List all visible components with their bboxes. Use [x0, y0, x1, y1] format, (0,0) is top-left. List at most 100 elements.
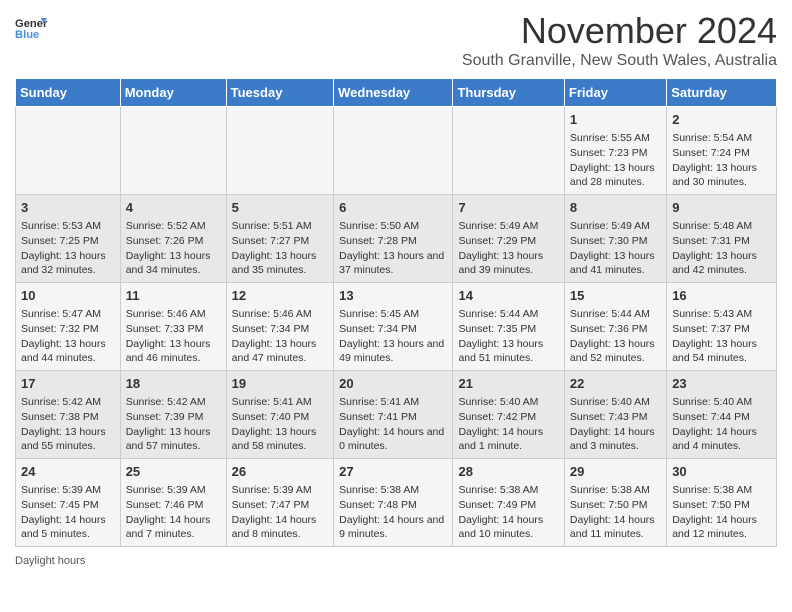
day-header-sunday: Sunday: [16, 79, 121, 107]
footer: Daylight hours: [15, 555, 777, 567]
title-area: November 2024 South Granville, New South…: [462, 10, 777, 70]
day-info: Sunrise: 5:40 AM Sunset: 7:43 PM Dayligh…: [570, 395, 661, 454]
day-number: 12: [232, 287, 329, 305]
calendar-body: 1 Sunrise: 5:55 AM Sunset: 7:23 PM Daylig…: [16, 107, 777, 547]
day-number: 16: [672, 287, 771, 305]
day-number: 9: [672, 199, 771, 217]
calendar-cell: 29Sunrise: 5:38 AM Sunset: 7:50 PM Dayli…: [564, 459, 666, 547]
calendar-cell: 23 Sunrise: 5:40 AM Sunset: 7:44 PM Dayli…: [667, 371, 777, 459]
calendar-table: SundayMondayTuesdayWednesdayThursdayFrid…: [15, 78, 777, 547]
day-info: Sunrise: 5:55 AM Sunset: 7:23 PM Dayligh…: [570, 131, 661, 190]
day-header-monday: Monday: [120, 79, 226, 107]
day-info: Sunrise: 5:53 AM Sunset: 7:25 PM Dayligh…: [21, 219, 115, 278]
logo-icon: General Blue: [15, 14, 47, 42]
day-header-thursday: Thursday: [453, 79, 564, 107]
day-info: Sunrise: 5:38 AM Sunset: 7:49 PM Dayligh…: [458, 483, 558, 542]
day-number: 8: [570, 199, 661, 217]
header: General Blue November 2024 South Granvil…: [15, 10, 777, 70]
day-info: Sunrise: 5:52 AM Sunset: 7:26 PM Dayligh…: [126, 219, 221, 278]
day-number: 18: [126, 375, 221, 393]
calendar-week-row: 10Sunrise: 5:47 AM Sunset: 7:32 PM Dayli…: [16, 283, 777, 371]
calendar-cell: [334, 107, 453, 195]
calendar-cell: 22 Sunrise: 5:40 AM Sunset: 7:43 PM Dayli…: [564, 371, 666, 459]
calendar-cell: 17Sunrise: 5:42 AM Sunset: 7:38 PM Dayli…: [16, 371, 121, 459]
day-header-tuesday: Tuesday: [226, 79, 334, 107]
day-info: Sunrise: 5:41 AM Sunset: 7:40 PM Dayligh…: [232, 395, 329, 454]
daylight-label: Daylight hours: [15, 555, 85, 567]
calendar-cell: 25 Sunrise: 5:39 AM Sunset: 7:46 PM Dayli…: [120, 459, 226, 547]
day-info: Sunrise: 5:42 AM Sunset: 7:38 PM Dayligh…: [21, 395, 115, 454]
day-number: 13: [339, 287, 447, 305]
day-number: 5: [232, 199, 329, 217]
day-number: 20: [339, 375, 447, 393]
day-info: Sunrise: 5:44 AM Sunset: 7:35 PM Dayligh…: [458, 307, 558, 366]
day-info: Sunrise: 5:43 AM Sunset: 7:37 PM Dayligh…: [672, 307, 771, 366]
day-number: 19: [232, 375, 329, 393]
day-info: Sunrise: 5:46 AM Sunset: 7:33 PM Dayligh…: [126, 307, 221, 366]
calendar-cell: 2 Sunrise: 5:54 AM Sunset: 7:24 PM Daylig…: [667, 107, 777, 195]
day-number: 3: [21, 199, 115, 217]
day-number: 2: [672, 111, 771, 129]
day-info: Sunrise: 5:47 AM Sunset: 7:32 PM Dayligh…: [21, 307, 115, 366]
day-info: Sunrise: 5:48 AM Sunset: 7:31 PM Dayligh…: [672, 219, 771, 278]
calendar-week-row: 24Sunrise: 5:39 AM Sunset: 7:45 PM Dayli…: [16, 459, 777, 547]
day-info: Sunrise: 5:38 AM Sunset: 7:50 PM Dayligh…: [570, 483, 661, 542]
calendar-cell: 9 Sunrise: 5:48 AM Sunset: 7:31 PM Daylig…: [667, 195, 777, 283]
calendar-cell: 27 Sunrise: 5:38 AM Sunset: 7:48 PM Dayli…: [334, 459, 453, 547]
day-info: Sunrise: 5:38 AM Sunset: 7:48 PM Dayligh…: [339, 483, 447, 542]
day-info: Sunrise: 5:42 AM Sunset: 7:39 PM Dayligh…: [126, 395, 221, 454]
calendar-cell: 4 Sunrise: 5:52 AM Sunset: 7:26 PM Daylig…: [120, 195, 226, 283]
day-info: Sunrise: 5:54 AM Sunset: 7:24 PM Dayligh…: [672, 131, 771, 190]
calendar-cell: 6 Sunrise: 5:50 AM Sunset: 7:28 PM Daylig…: [334, 195, 453, 283]
calendar-cell: 10Sunrise: 5:47 AM Sunset: 7:32 PM Dayli…: [16, 283, 121, 371]
day-number: 4: [126, 199, 221, 217]
day-info: Sunrise: 5:44 AM Sunset: 7:36 PM Dayligh…: [570, 307, 661, 366]
calendar-cell: [120, 107, 226, 195]
day-info: Sunrise: 5:39 AM Sunset: 7:45 PM Dayligh…: [21, 483, 115, 542]
calendar-cell: 16 Sunrise: 5:43 AM Sunset: 7:37 PM Dayli…: [667, 283, 777, 371]
calendar-week-row: 1 Sunrise: 5:55 AM Sunset: 7:23 PM Daylig…: [16, 107, 777, 195]
day-number: 30: [672, 463, 771, 481]
day-info: Sunrise: 5:49 AM Sunset: 7:29 PM Dayligh…: [458, 219, 558, 278]
day-number: 6: [339, 199, 447, 217]
calendar-cell: 8 Sunrise: 5:49 AM Sunset: 7:30 PM Daylig…: [564, 195, 666, 283]
calendar-cell: 24Sunrise: 5:39 AM Sunset: 7:45 PM Dayli…: [16, 459, 121, 547]
day-info: Sunrise: 5:40 AM Sunset: 7:42 PM Dayligh…: [458, 395, 558, 454]
day-info: Sunrise: 5:39 AM Sunset: 7:46 PM Dayligh…: [126, 483, 221, 542]
day-info: Sunrise: 5:50 AM Sunset: 7:28 PM Dayligh…: [339, 219, 447, 278]
calendar-cell: 18 Sunrise: 5:42 AM Sunset: 7:39 PM Dayli…: [120, 371, 226, 459]
calendar-cell: 3 Sunrise: 5:53 AM Sunset: 7:25 PM Daylig…: [16, 195, 121, 283]
day-number: 28: [458, 463, 558, 481]
calendar-cell: 15 Sunrise: 5:44 AM Sunset: 7:36 PM Dayli…: [564, 283, 666, 371]
page-title: November 2024: [462, 10, 777, 52]
day-number: 22: [570, 375, 661, 393]
day-number: 25: [126, 463, 221, 481]
calendar-cell: 21 Sunrise: 5:40 AM Sunset: 7:42 PM Dayli…: [453, 371, 564, 459]
day-number: 1: [570, 111, 661, 129]
calendar-cell: 14Sunrise: 5:44 AM Sunset: 7:35 PM Dayli…: [453, 283, 564, 371]
calendar-cell: 11 Sunrise: 5:46 AM Sunset: 7:33 PM Dayli…: [120, 283, 226, 371]
day-info: Sunrise: 5:40 AM Sunset: 7:44 PM Dayligh…: [672, 395, 771, 454]
day-number: 23: [672, 375, 771, 393]
day-number: 11: [126, 287, 221, 305]
calendar-cell: 19 Sunrise: 5:41 AM Sunset: 7:40 PM Dayli…: [226, 371, 334, 459]
calendar-cell: 30Sunrise: 5:38 AM Sunset: 7:50 PM Dayli…: [667, 459, 777, 547]
day-number: 21: [458, 375, 558, 393]
day-info: Sunrise: 5:49 AM Sunset: 7:30 PM Dayligh…: [570, 219, 661, 278]
calendar-week-row: 17Sunrise: 5:42 AM Sunset: 7:38 PM Dayli…: [16, 371, 777, 459]
day-number: 15: [570, 287, 661, 305]
day-header-wednesday: Wednesday: [334, 79, 453, 107]
day-number: 27: [339, 463, 447, 481]
logo: General Blue: [15, 14, 47, 42]
calendar-cell: 1 Sunrise: 5:55 AM Sunset: 7:23 PM Daylig…: [564, 107, 666, 195]
calendar-cell: 7 Sunrise: 5:49 AM Sunset: 7:29 PM Daylig…: [453, 195, 564, 283]
day-info: Sunrise: 5:45 AM Sunset: 7:34 PM Dayligh…: [339, 307, 447, 366]
calendar-cell: 20 Sunrise: 5:41 AM Sunset: 7:41 PM Dayli…: [334, 371, 453, 459]
calendar-cell: 13 Sunrise: 5:45 AM Sunset: 7:34 PM Dayli…: [334, 283, 453, 371]
calendar-cell: [226, 107, 334, 195]
calendar-header-row: SundayMondayTuesdayWednesdayThursdayFrid…: [16, 79, 777, 107]
day-info: Sunrise: 5:41 AM Sunset: 7:41 PM Dayligh…: [339, 395, 447, 454]
day-info: Sunrise: 5:51 AM Sunset: 7:27 PM Dayligh…: [232, 219, 329, 278]
day-number: 7: [458, 199, 558, 217]
day-header-friday: Friday: [564, 79, 666, 107]
